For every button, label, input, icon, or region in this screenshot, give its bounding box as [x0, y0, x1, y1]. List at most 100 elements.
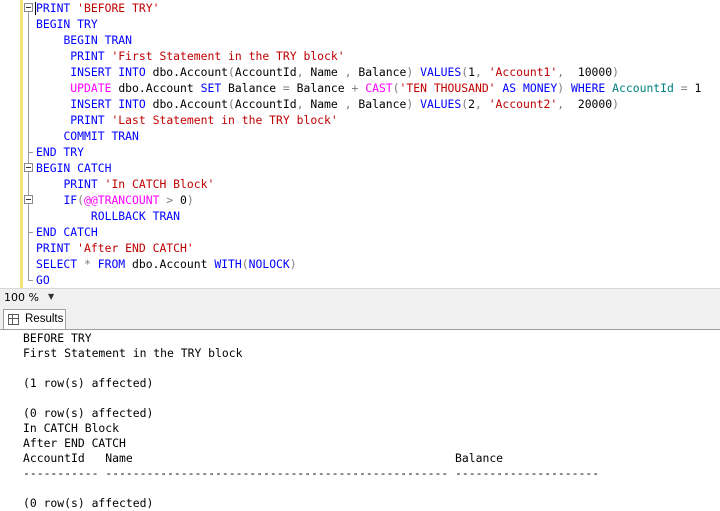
code-line[interactable]: SELECT * FROM dbo.Account WITH(NOLOCK) — [36, 256, 720, 272]
results-line: (0 row(s) affected) — [23, 496, 154, 510]
code-token: 0 — [180, 193, 187, 207]
code-token: , — [296, 97, 311, 111]
code-token: @@TRANCOUNT — [84, 193, 160, 207]
code-line[interactable]: BEGIN CATCH — [36, 160, 720, 176]
text-caret — [35, 2, 36, 15]
code-token: 1 — [468, 65, 475, 79]
code-token: , — [474, 97, 489, 111]
code-line[interactable]: END TRY — [36, 144, 720, 160]
code-line[interactable]: PRINT 'First Statement in the TRY block' — [36, 48, 720, 64]
code-token: NOLOCK — [248, 257, 290, 271]
outline-end-tick — [28, 232, 33, 233]
code-token: 'After END CATCH' — [77, 241, 194, 255]
code-token: ) — [406, 97, 421, 111]
code-token: BEGIN CATCH — [36, 161, 112, 175]
code-token: Name — [310, 97, 345, 111]
code-token: COMMIT TRAN — [63, 129, 139, 143]
code-token: AccountId — [234, 97, 297, 111]
code-line[interactable]: END CATCH — [36, 224, 720, 240]
code-token: > — [159, 193, 181, 207]
code-token: 'In CATCH Block' — [104, 177, 215, 191]
code-token: ) — [612, 97, 619, 111]
code-token: Balance — [228, 81, 283, 95]
code-token: SELECT — [36, 257, 85, 271]
code-token: ) — [612, 65, 619, 79]
results-line: First Statement in the TRY block — [23, 346, 243, 360]
code-line[interactable]: INSERT INTO dbo.Account(AccountId, Name … — [36, 64, 720, 80]
results-grid-icon — [8, 314, 19, 325]
query-editor[interactable]: PRINT 'BEFORE TRY' BEGIN TRY BEGIN TRAN P… — [0, 0, 720, 288]
code-token: PRINT — [70, 49, 112, 63]
code-line[interactable]: COMMIT TRAN — [36, 128, 720, 144]
code-token: UPDATE — [70, 81, 119, 95]
code-token: , — [557, 65, 578, 79]
code-token: INSERT INTO — [70, 65, 153, 79]
code-token: VALUES — [420, 65, 462, 79]
code-token: 10000 — [577, 65, 613, 79]
code-token: Name — [310, 65, 345, 79]
code-line[interactable]: PRINT 'Last Statement in the TRY block' — [36, 112, 720, 128]
code-line[interactable]: PRINT 'BEFORE TRY' — [36, 0, 720, 16]
code-token: ) — [406, 65, 421, 79]
outline-end-tick — [28, 280, 33, 281]
code-token: Balance — [358, 97, 407, 111]
tab-results-label: Results — [25, 313, 64, 325]
zoom-level[interactable]: 100 % — [4, 291, 39, 304]
code-token: PRINT — [36, 1, 78, 15]
results-line: In CATCH Block — [23, 421, 120, 435]
code-line[interactable]: IF(@@TRANCOUNT > 0) — [36, 192, 720, 208]
code-token: BEGIN TRY — [36, 17, 98, 31]
zoom-dropdown-icon[interactable]: ▼ — [48, 292, 54, 301]
code-token: dbo.Account — [152, 97, 229, 111]
code-token: CAST — [365, 81, 393, 95]
results-line: (1 row(s) affected) — [23, 376, 154, 390]
tab-results[interactable]: Results — [3, 309, 66, 329]
code-line[interactable]: GO — [36, 272, 720, 288]
code-token: MONEY — [522, 81, 558, 95]
code-line[interactable]: BEGIN TRY — [36, 16, 720, 32]
code-token: 'Account1' — [488, 65, 558, 79]
code-token: dbo.Account — [132, 257, 215, 271]
collapse-icon[interactable] — [24, 3, 33, 12]
outline-end-tick — [28, 152, 33, 153]
collapse-icon[interactable] — [24, 163, 33, 172]
code-token: + — [351, 81, 366, 95]
code-token: INSERT INTO — [70, 97, 153, 111]
code-token: ( — [392, 81, 400, 95]
results-line — [23, 481, 720, 496]
code-line[interactable]: ROLLBACK TRAN — [36, 208, 720, 224]
code-token: GO — [36, 273, 50, 287]
code-line[interactable]: PRINT 'After END CATCH' — [36, 240, 720, 256]
code-line[interactable]: UPDATE dbo.Account SET Balance = Balance… — [36, 80, 720, 96]
results-line: After END CATCH — [23, 436, 126, 450]
code-line[interactable]: INSERT INTO dbo.Account(AccountId, Name … — [36, 96, 720, 112]
code-token: SET — [200, 81, 229, 95]
code-token: dbo.Account — [152, 65, 229, 79]
code-token: Balance — [358, 65, 407, 79]
code-token: 'Account2' — [488, 97, 558, 111]
results-pane[interactable]: BEFORE TRY First Statement in the TRY blo… — [23, 331, 720, 511]
code-token: AccountId — [234, 65, 297, 79]
code-line[interactable]: BEGIN TRAN — [36, 32, 720, 48]
code-token: AccountId — [612, 81, 681, 95]
code-token: ROLLBACK TRAN — [90, 209, 181, 223]
code-line[interactable]: PRINT 'In CATCH Block' — [36, 176, 720, 192]
results-line: (0 row(s) affected) — [23, 406, 154, 420]
code-token: ) — [289, 257, 297, 271]
collapse-icon[interactable] — [24, 195, 33, 204]
code-token: BEGIN TRAN — [63, 33, 133, 47]
results-line — [23, 391, 720, 406]
code-token: 1 — [694, 81, 702, 95]
outline-line — [28, 12, 29, 280]
code-token: Balance — [296, 81, 352, 95]
code-token: VALUES — [420, 97, 462, 111]
code-token: = — [282, 81, 297, 95]
code-text[interactable]: PRINT 'BEFORE TRY' BEGIN TRY BEGIN TRAN P… — [36, 0, 720, 288]
code-token: PRINT — [36, 241, 78, 255]
